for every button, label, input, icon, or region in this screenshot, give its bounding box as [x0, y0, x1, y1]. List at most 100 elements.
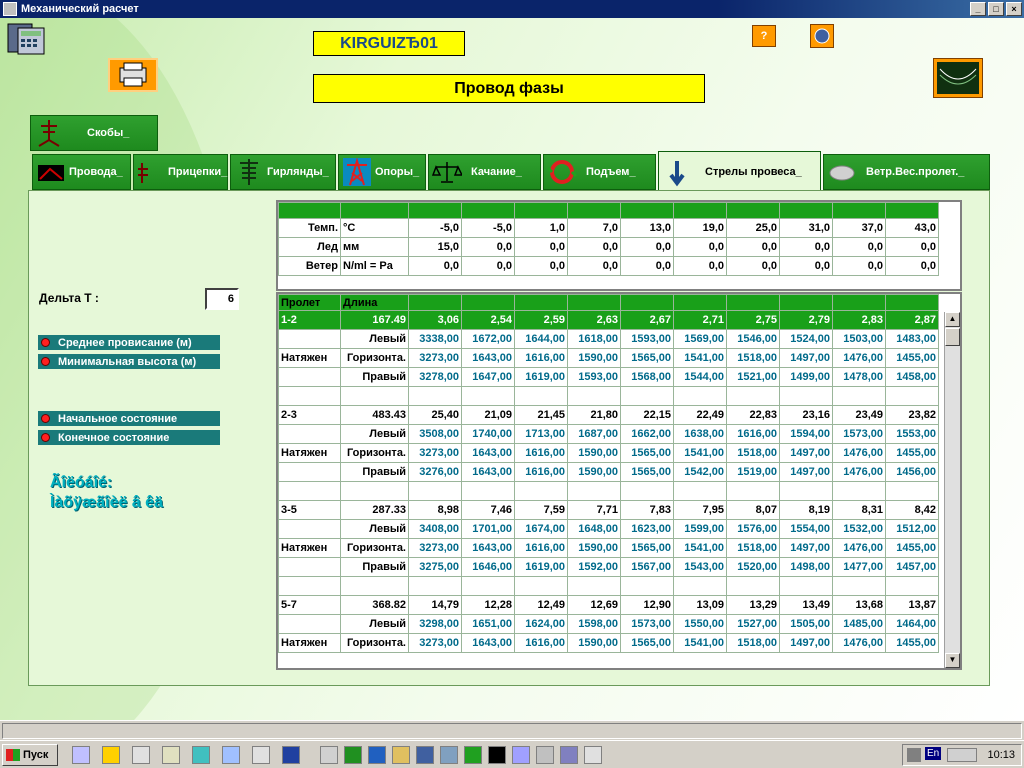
sag-chart-icon[interactable]	[933, 58, 983, 98]
tab-lift[interactable]: Подъем_	[543, 154, 656, 190]
minimize-button[interactable]: _	[970, 2, 986, 16]
table-row[interactable]: 3-5 287.33 8,98 7,46 7,59 7,71 7,83 7,95 8,07 8,1…	[278, 500, 939, 520]
table-row[interactable]: Натяжен Горизонта. 3273,00 1643,00 1616,00 15…	[278, 538, 939, 558]
condition-value[interactable]: 0,0	[567, 256, 621, 276]
tab-swing[interactable]: Качание_	[428, 154, 541, 190]
condition-value[interactable]: 43,0	[885, 218, 939, 238]
maximize-button[interactable]: □	[988, 2, 1004, 16]
printer-icon[interactable]	[108, 58, 158, 92]
condition-value[interactable]: 0,0	[885, 256, 939, 276]
calculator-icon[interactable]	[6, 22, 46, 56]
table-row[interactable]: Натяжен Горизонта. 3273,00 1643,00 1616,00 15…	[278, 348, 939, 368]
quicklaunch-icon[interactable]	[464, 746, 482, 764]
quicklaunch-icon[interactable]	[440, 746, 458, 764]
close-button[interactable]: ×	[1006, 2, 1022, 16]
option-average-sag[interactable]: Среднее провисание (м)	[38, 335, 220, 350]
tab-insulators[interactable]: Гирлянды_	[230, 154, 336, 190]
scroll-down-button[interactable]: ▼	[945, 653, 960, 668]
condition-value[interactable]: 0,0	[726, 256, 780, 276]
taskbar-app-icon[interactable]	[222, 746, 240, 764]
table-row[interactable]: Натяжен Горизонта. 3273,00 1643,00 1616,00 15…	[278, 633, 939, 653]
vertical-scrollbar[interactable]: ▲ ▼	[944, 312, 960, 668]
quicklaunch-icon[interactable]	[536, 746, 554, 764]
condition-value[interactable]: 0,0	[620, 256, 674, 276]
table-row[interactable]: Натяжен Горизонта. 3273,00 1643,00 1616,00 15…	[278, 443, 939, 463]
quicklaunch-icon[interactable]	[560, 746, 578, 764]
table-row[interactable]: Левый 3508,00 1740,00 1713,00 1687,00 1662,00…	[278, 424, 939, 444]
option-final-state[interactable]: Конечное состояние	[38, 430, 220, 445]
condition-value[interactable]: 0,0	[514, 256, 568, 276]
condition-value[interactable]: 0,0	[885, 237, 939, 257]
table-row[interactable]	[278, 386, 939, 406]
table-row[interactable]: 1-2 167.49 3,06 2,54 2,59 2,63 2,67 2,71 2,75 2,7…	[278, 310, 939, 330]
taskbar-app-icon[interactable]	[192, 746, 210, 764]
quicklaunch-icon[interactable]	[392, 746, 410, 764]
tab-wires[interactable]: Провода_	[32, 154, 131, 190]
taskbar-app-icon[interactable]	[162, 746, 180, 764]
language-indicator[interactable]: En	[925, 747, 942, 760]
table-row[interactable]: Левый 3338,00 1672,00 1644,00 1618,00 1593,00…	[278, 329, 939, 349]
quicklaunch-icon[interactable]	[320, 746, 338, 764]
table-row[interactable]: Левый 3298,00 1651,00 1624,00 1598,00 1573,00…	[278, 614, 939, 634]
taskbar-app-icon[interactable]	[132, 746, 150, 764]
condition-value[interactable]: 13,0	[620, 218, 674, 238]
condition-value[interactable]: 0,0	[779, 256, 833, 276]
condition-value[interactable]: 1,0	[514, 218, 568, 238]
taskbar-app-icon[interactable]	[72, 746, 90, 764]
quicklaunch-icon[interactable]	[488, 746, 506, 764]
table-row[interactable]	[278, 481, 939, 501]
quicklaunch-icon[interactable]	[416, 746, 434, 764]
condition-value[interactable]: -5,0	[408, 218, 462, 238]
help-icon[interactable]: ?	[752, 25, 776, 47]
table-row[interactable]: 2-3 483.43 25,40 21,09 21,45 21,80 22,15 22,49 2…	[278, 405, 939, 425]
taskbar-app-icon[interactable]	[252, 746, 270, 764]
quicklaunch-icon[interactable]	[344, 746, 362, 764]
tab-attachments[interactable]: Прицепки_	[133, 154, 228, 190]
condition-value[interactable]: 0,0	[832, 237, 886, 257]
condition-value[interactable]: 0,0	[726, 237, 780, 257]
condition-value[interactable]: 0,0	[673, 256, 727, 276]
condition-value[interactable]: 25,0	[726, 218, 780, 238]
table-row[interactable]: Правый 3278,00 1647,00 1619,00 1593,00 1568,0…	[278, 367, 939, 387]
scroll-thumb[interactable]	[945, 328, 960, 346]
tab-towers[interactable]: Опоры_	[338, 154, 426, 190]
table-row[interactable]: 5-7 368.82 14,79 12,28 12,49 12,69 12,90 13,09 1…	[278, 595, 939, 615]
quicklaunch-icon[interactable]	[584, 746, 602, 764]
table-row[interactable]: Правый 3275,00 1646,00 1619,00 1592,00 1567,0…	[278, 557, 939, 577]
tab-brackets[interactable]: Скобы_	[30, 115, 158, 151]
tray-icons[interactable]	[947, 748, 977, 762]
table-row[interactable]	[278, 576, 939, 596]
condition-value[interactable]: 0,0	[832, 256, 886, 276]
condition-value[interactable]: 0,0	[461, 237, 515, 257]
quicklaunch-icon[interactable]	[512, 746, 530, 764]
tab-sag[interactable]: Стрелы провеса_	[658, 151, 821, 191]
condition-value[interactable]: 0,0	[461, 256, 515, 276]
condition-value[interactable]: 0,0	[620, 237, 674, 257]
exit-icon[interactable]	[810, 24, 834, 48]
condition-value[interactable]: 0,0	[408, 256, 462, 276]
quicklaunch-icon[interactable]	[368, 746, 386, 764]
span-value: 1518,00	[726, 633, 780, 653]
condition-value[interactable]: 0,0	[567, 237, 621, 257]
condition-value[interactable]: 7,0	[567, 218, 621, 238]
tab-wind-weight-span[interactable]: Ветр.Вес.пролет._	[823, 154, 990, 190]
span-label: 2-3	[278, 405, 341, 425]
table-row[interactable]: Правый 3276,00 1643,00 1616,00 1590,00 1565,0…	[278, 462, 939, 482]
delta-input[interactable]: 6	[205, 288, 239, 310]
start-button[interactable]: Пуск	[2, 744, 58, 766]
speaker-icon[interactable]	[907, 748, 921, 762]
condition-value[interactable]: -5,0	[461, 218, 515, 238]
condition-value[interactable]: 19,0	[673, 218, 727, 238]
condition-value[interactable]: 37,0	[832, 218, 886, 238]
taskbar-app-icon[interactable]	[282, 746, 300, 764]
taskbar-app-icon[interactable]	[102, 746, 120, 764]
table-row[interactable]: Левый 3408,00 1701,00 1674,00 1648,00 1623,00…	[278, 519, 939, 539]
option-min-height[interactable]: Минимальная высота (м)	[38, 354, 220, 369]
condition-value[interactable]: 0,0	[673, 237, 727, 257]
scroll-up-button[interactable]: ▲	[945, 312, 960, 327]
option-initial-state[interactable]: Начальное состояние	[38, 411, 220, 426]
condition-value[interactable]: 31,0	[779, 218, 833, 238]
condition-value[interactable]: 15,0	[408, 237, 462, 257]
condition-value[interactable]: 0,0	[514, 237, 568, 257]
condition-value[interactable]: 0,0	[779, 237, 833, 257]
